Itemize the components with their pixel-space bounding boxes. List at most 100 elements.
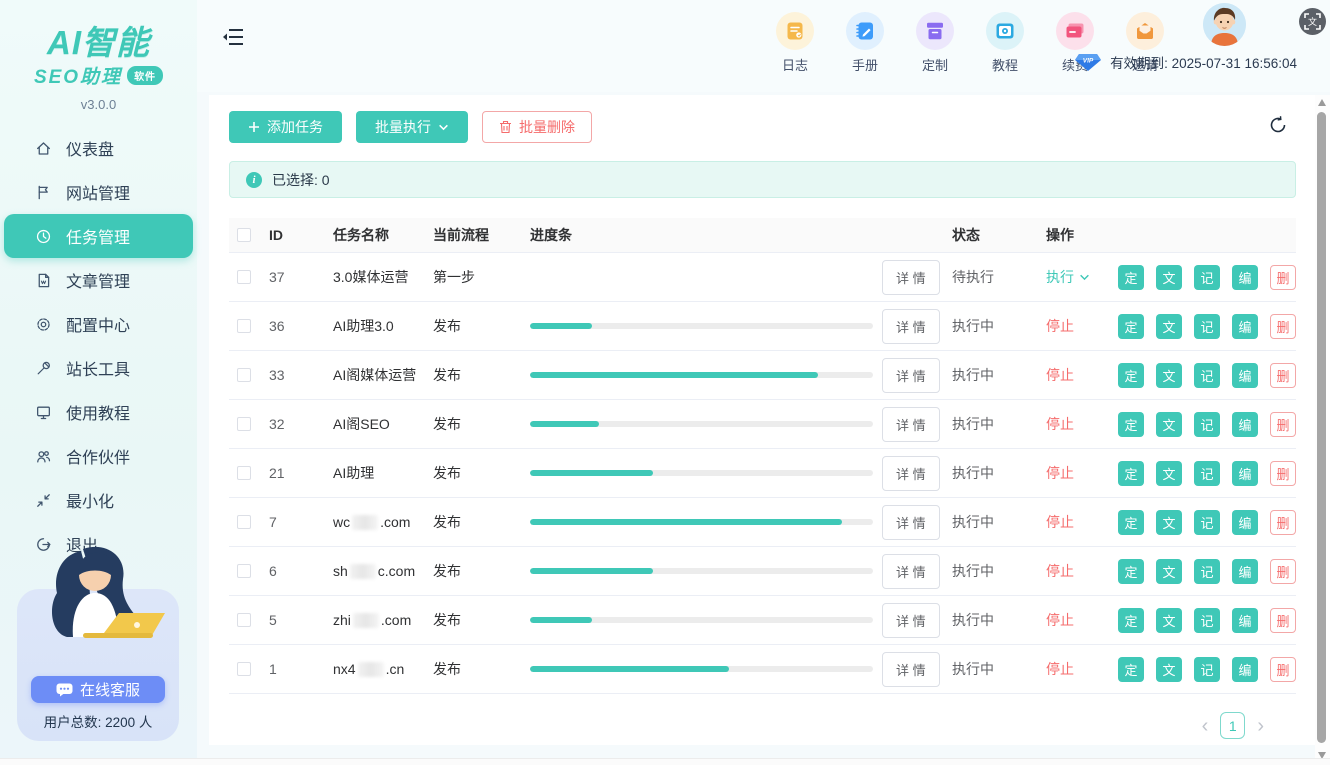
sidebar-item-2[interactable]: 网站管理: [4, 170, 193, 214]
topnav-教程[interactable]: 教程: [977, 12, 1033, 74]
detail-button[interactable]: 详 情: [882, 260, 940, 295]
detail-button[interactable]: 详 情: [882, 603, 940, 638]
topnav-日志[interactable]: 日志: [767, 12, 823, 74]
op-button-记[interactable]: 记: [1194, 510, 1220, 535]
op-button-定[interactable]: 定: [1118, 363, 1144, 388]
detail-button[interactable]: 详 情: [882, 505, 940, 540]
op-button-编[interactable]: 编: [1232, 314, 1258, 339]
batch-delete-button[interactable]: 批量删除: [482, 111, 592, 143]
add-task-button[interactable]: 添加任务: [229, 111, 342, 143]
op-button-文[interactable]: 文: [1156, 559, 1182, 584]
op-button-文[interactable]: 文: [1156, 412, 1182, 437]
stop-action-link[interactable]: 停止: [1046, 365, 1118, 385]
collapse-sidebar-button[interactable]: [222, 27, 244, 47]
row-checkbox[interactable]: [237, 319, 251, 333]
stop-action-link[interactable]: 停止: [1046, 512, 1118, 532]
user-avatar[interactable]: [1203, 3, 1246, 46]
op-button-记[interactable]: 记: [1194, 363, 1220, 388]
op-button-编[interactable]: 编: [1232, 608, 1258, 633]
op-button-定[interactable]: 定: [1118, 412, 1144, 437]
row-checkbox[interactable]: [237, 368, 251, 382]
op-button-定[interactable]: 定: [1118, 657, 1144, 682]
op-button-定[interactable]: 定: [1118, 510, 1144, 535]
sidebar-item-4[interactable]: 文章管理: [4, 258, 193, 302]
delete-button[interactable]: 删: [1270, 510, 1296, 535]
stop-action-link[interactable]: 停止: [1046, 463, 1118, 483]
delete-button[interactable]: 删: [1270, 559, 1296, 584]
op-button-文[interactable]: 文: [1156, 461, 1182, 486]
detail-button[interactable]: 详 情: [882, 358, 940, 393]
op-button-记[interactable]: 记: [1194, 314, 1220, 339]
op-button-编[interactable]: 编: [1232, 657, 1258, 682]
delete-button[interactable]: 删: [1270, 314, 1296, 339]
sidebar-item-7[interactable]: 使用教程: [4, 390, 193, 434]
scrollbar-up-arrow[interactable]: [1318, 99, 1326, 106]
op-button-文[interactable]: 文: [1156, 510, 1182, 535]
op-button-编[interactable]: 编: [1232, 363, 1258, 388]
op-button-编[interactable]: 编: [1232, 559, 1258, 584]
op-button-记[interactable]: 记: [1194, 608, 1220, 633]
batch-execute-button[interactable]: 批量执行: [356, 111, 468, 143]
op-button-文[interactable]: 文: [1156, 363, 1182, 388]
translate-fab-icon[interactable]: 文: [1299, 8, 1326, 35]
sidebar-item-9[interactable]: 最小化: [4, 478, 193, 522]
op-button-定[interactable]: 定: [1118, 314, 1144, 339]
sidebar-item-1[interactable]: 仪表盘: [4, 126, 193, 170]
delete-button[interactable]: 删: [1270, 657, 1296, 682]
delete-button[interactable]: 删: [1270, 461, 1296, 486]
op-button-定[interactable]: 定: [1118, 559, 1144, 584]
op-button-定[interactable]: 定: [1118, 461, 1144, 486]
op-button-记[interactable]: 记: [1194, 559, 1220, 584]
topnav-定制[interactable]: 定制: [907, 12, 963, 74]
sidebar-item-8[interactable]: 合作伙伴: [4, 434, 193, 478]
op-button-记[interactable]: 记: [1194, 412, 1220, 437]
detail-button[interactable]: 详 情: [882, 554, 940, 589]
detail-button[interactable]: 详 情: [882, 309, 940, 344]
sidebar-item-5[interactable]: 配置中心: [4, 302, 193, 346]
delete-button[interactable]: 删: [1270, 265, 1296, 290]
vertical-scrollbar[interactable]: [1315, 95, 1330, 765]
detail-button[interactable]: 详 情: [882, 652, 940, 687]
op-button-编[interactable]: 编: [1232, 510, 1258, 535]
stop-action-link[interactable]: 停止: [1046, 414, 1118, 434]
stop-action-link[interactable]: 停止: [1046, 659, 1118, 679]
detail-button[interactable]: 详 情: [882, 407, 940, 442]
row-checkbox[interactable]: [237, 417, 251, 431]
op-button-编[interactable]: 编: [1232, 461, 1258, 486]
topnav-手册[interactable]: 手册: [837, 12, 893, 74]
row-checkbox[interactable]: [237, 613, 251, 627]
op-button-定[interactable]: 定: [1118, 608, 1144, 633]
op-button-编[interactable]: 编: [1232, 265, 1258, 290]
sidebar-item-6[interactable]: 站长工具: [4, 346, 193, 390]
detail-button[interactable]: 详 情: [882, 456, 940, 491]
delete-button[interactable]: 删: [1270, 608, 1296, 633]
row-checkbox[interactable]: [237, 564, 251, 578]
op-button-文[interactable]: 文: [1156, 608, 1182, 633]
prev-page-button[interactable]: ‹: [1202, 716, 1209, 736]
op-button-记[interactable]: 记: [1194, 265, 1220, 290]
row-checkbox[interactable]: [237, 270, 251, 284]
op-button-文[interactable]: 文: [1156, 265, 1182, 290]
op-button-记[interactable]: 记: [1194, 461, 1220, 486]
row-checkbox[interactable]: [237, 662, 251, 676]
stop-action-link[interactable]: 停止: [1046, 610, 1118, 630]
page-1-button[interactable]: 1: [1220, 712, 1245, 739]
sidebar-item-3[interactable]: 任务管理: [4, 214, 193, 258]
refresh-button[interactable]: [1268, 115, 1292, 139]
op-button-编[interactable]: 编: [1232, 412, 1258, 437]
op-button-定[interactable]: 定: [1118, 265, 1144, 290]
select-all-checkbox[interactable]: [237, 228, 251, 242]
stop-action-link[interactable]: 停止: [1046, 316, 1118, 336]
online-service-button[interactable]: 在线客服: [31, 676, 165, 703]
row-checkbox[interactable]: [237, 466, 251, 480]
delete-button[interactable]: 删: [1270, 412, 1296, 437]
row-checkbox[interactable]: [237, 515, 251, 529]
scrollbar-thumb[interactable]: [1317, 112, 1326, 743]
op-button-记[interactable]: 记: [1194, 657, 1220, 682]
op-button-文[interactable]: 文: [1156, 314, 1182, 339]
stop-action-link[interactable]: 停止: [1046, 561, 1118, 581]
delete-button[interactable]: 删: [1270, 363, 1296, 388]
next-page-button[interactable]: ›: [1257, 716, 1264, 736]
execute-action-link[interactable]: 执行: [1046, 267, 1118, 287]
op-button-文[interactable]: 文: [1156, 657, 1182, 682]
